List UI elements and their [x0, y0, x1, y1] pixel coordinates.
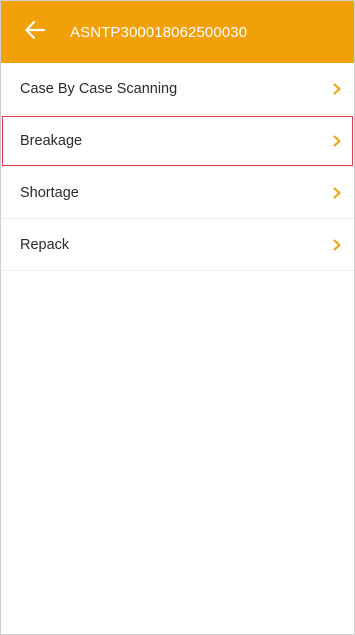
chevron-right-icon — [332, 186, 342, 200]
menu-item-shortage[interactable]: Shortage — [1, 167, 354, 219]
menu-item-label: Breakage — [20, 132, 83, 149]
page-title: ASNTP300018062500030 — [70, 23, 248, 41]
menu-item-label: Shortage — [20, 184, 79, 201]
menu-item-label: Case By Case Scanning — [20, 80, 178, 97]
chevron-right-icon — [332, 82, 342, 96]
menu-item-repack[interactable]: Repack — [1, 219, 354, 271]
arrow-left-icon — [25, 20, 46, 44]
app-bar: ASNTP300018062500030 — [1, 1, 354, 63]
menu-item-breakage[interactable]: Breakage — [1, 115, 354, 167]
menu-item-case-by-case-scanning[interactable]: Case By Case Scanning — [1, 63, 354, 115]
chevron-right-icon — [332, 134, 342, 148]
back-button[interactable] — [23, 20, 47, 44]
chevron-right-icon — [332, 238, 342, 252]
menu-item-label: Repack — [20, 236, 70, 253]
menu-list: Case By Case Scanning Breakage Shortage … — [1, 63, 354, 271]
app-screen: ASNTP300018062500030 Case By Case Scanni… — [0, 0, 355, 635]
